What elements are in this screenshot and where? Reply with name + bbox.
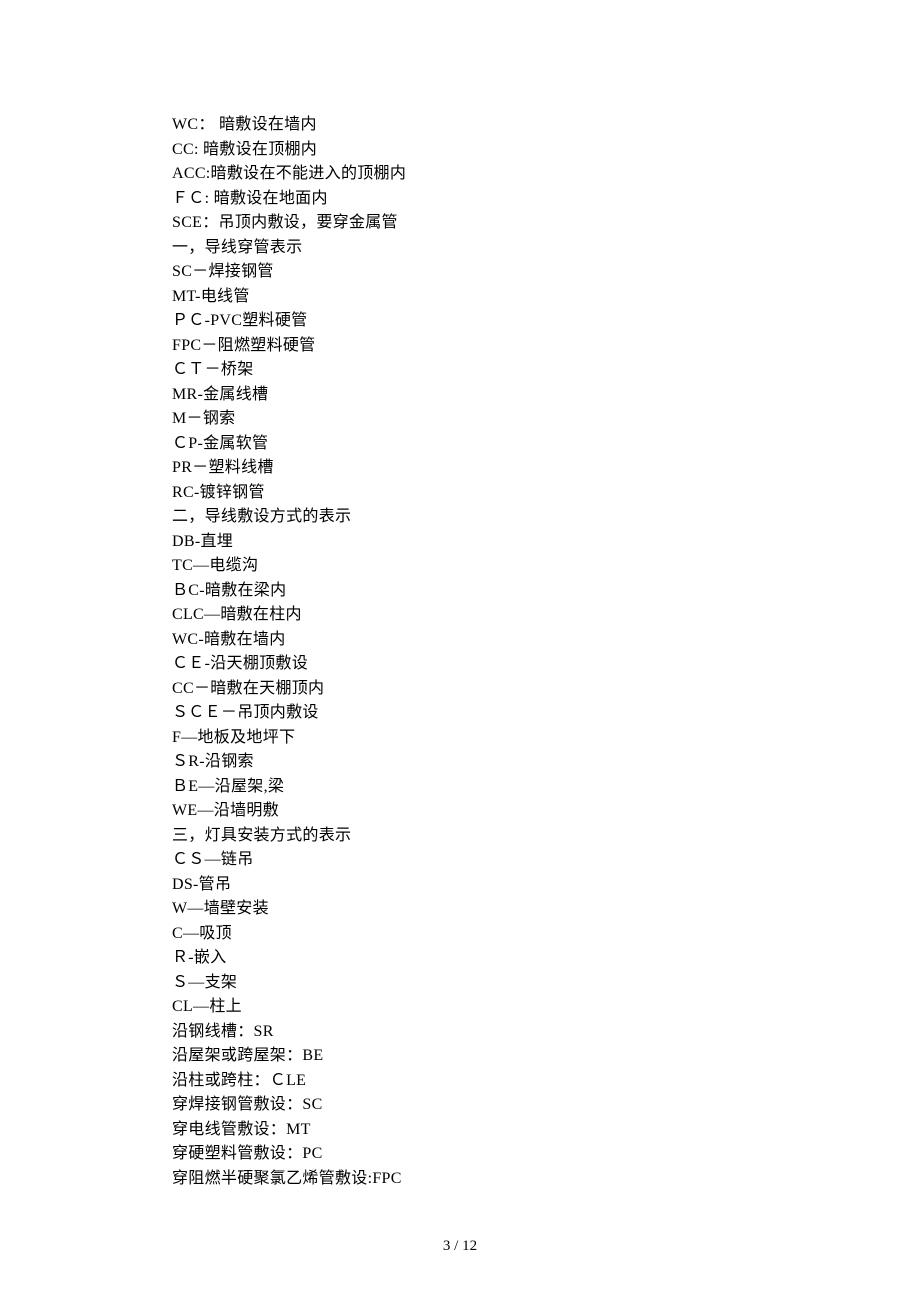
text-line: DS-管吊 xyxy=(172,873,752,898)
text-line: 穿电线管敷设：MT xyxy=(172,1118,752,1143)
text-line: CL—柱上 xyxy=(172,995,752,1020)
text-line: RC-镀锌钢管 xyxy=(172,481,752,506)
text-line: ＢE—沿屋架,梁 xyxy=(172,775,752,800)
text-line: Ｒ-嵌入 xyxy=(172,946,752,971)
text-line: ACC:暗敷设在不能进入的顶棚内 xyxy=(172,162,752,187)
text-line: ＳR-沿钢索 xyxy=(172,750,752,775)
text-line: SCE：吊顶内敷设，要穿金属管 xyxy=(172,211,752,236)
text-line: MR-金属线槽 xyxy=(172,383,752,408)
text-line: ＣＥ-沿天棚顶敷设 xyxy=(172,652,752,677)
text-line: WC-暗敷在墙内 xyxy=(172,628,752,653)
text-line: PR－塑料线槽 xyxy=(172,456,752,481)
text-line: 沿柱或跨柱：ＣLE xyxy=(172,1069,752,1094)
text-line: W—墙壁安装 xyxy=(172,897,752,922)
text-line: ＣＳ—链吊 xyxy=(172,848,752,873)
text-line: 沿钢线槽：SR xyxy=(172,1020,752,1045)
text-line: CLC—暗敷在柱内 xyxy=(172,603,752,628)
text-line: M－钢索 xyxy=(172,407,752,432)
text-line: ＣＴ－桥架 xyxy=(172,358,752,383)
text-line: SC－焊接钢管 xyxy=(172,260,752,285)
text-line: ＣP-金属软管 xyxy=(172,432,752,457)
text-line: 一，导线穿管表示 xyxy=(172,236,752,261)
text-line: C—吸顶 xyxy=(172,922,752,947)
document-content: WC： 暗敷设在墙内 CC: 暗敷设在顶棚内 ACC:暗敷设在不能进入的顶棚内 … xyxy=(172,113,752,1191)
text-line: 穿焊接钢管敷设：SC xyxy=(172,1093,752,1118)
text-line: 二，导线敷设方式的表示 xyxy=(172,505,752,530)
text-line: 沿屋架或跨屋架：BE xyxy=(172,1044,752,1069)
text-line: 穿阻燃半硬聚氯乙烯管敷设:FPC xyxy=(172,1167,752,1192)
text-line: Ｓ—支架 xyxy=(172,971,752,996)
text-line: FPC－阻燃塑料硬管 xyxy=(172,334,752,359)
text-line: DB-直埋 xyxy=(172,530,752,555)
text-line: CC－暗敷在天棚顶内 xyxy=(172,677,752,702)
text-line: ＳＣＥ－吊顶内敷设 xyxy=(172,701,752,726)
text-line: TC—电缆沟 xyxy=(172,554,752,579)
text-line: MT-电线管 xyxy=(172,285,752,310)
text-line: ＢC-暗敷在梁内 xyxy=(172,579,752,604)
text-line: ＰＣ-PVC塑料硬管 xyxy=(172,309,752,334)
text-line: 穿硬塑料管敷设：PC xyxy=(172,1142,752,1167)
text-line: ＦＣ: 暗敷设在地面内 xyxy=(172,187,752,212)
text-line: WE—沿墙明敷 xyxy=(172,799,752,824)
page-number: 3 / 12 xyxy=(0,1238,920,1255)
text-line: F—地板及地坪下 xyxy=(172,726,752,751)
text-line: 三，灯具安装方式的表示 xyxy=(172,824,752,849)
text-line: WC： 暗敷设在墙内 xyxy=(172,113,752,138)
text-line: CC: 暗敷设在顶棚内 xyxy=(172,138,752,163)
